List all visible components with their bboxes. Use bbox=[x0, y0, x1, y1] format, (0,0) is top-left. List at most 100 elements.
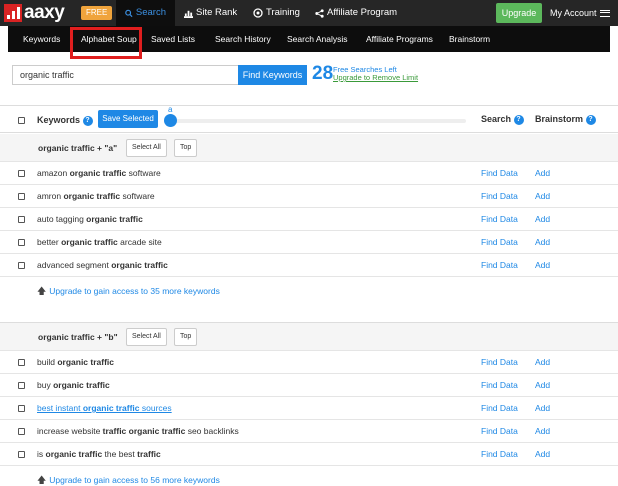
find-data-link[interactable]: Find Data bbox=[481, 168, 518, 178]
table-row: increase website traffic organic traffic… bbox=[0, 420, 618, 443]
find-data-link[interactable]: Find Data bbox=[481, 449, 518, 459]
arrow-up-icon: 🡅 bbox=[37, 475, 47, 485]
add-link[interactable]: Add bbox=[535, 168, 550, 178]
keyword-text: better organic traffic arcade site bbox=[37, 237, 162, 247]
add-link[interactable]: Add bbox=[535, 426, 550, 436]
subnav-search-history[interactable]: Search History bbox=[215, 26, 271, 52]
keyword-part: is bbox=[37, 449, 46, 459]
nav-search[interactable]: Search bbox=[116, 0, 175, 26]
nav-training-label: Training bbox=[266, 7, 300, 18]
brainstorm-header-label: Brainstorm bbox=[535, 114, 584, 124]
help-icon[interactable]: ? bbox=[585, 114, 596, 125]
find-data-link[interactable]: Find Data bbox=[481, 260, 518, 270]
help-icon[interactable]: ? bbox=[513, 114, 524, 125]
keyword-text: increase website traffic organic traffic… bbox=[37, 426, 239, 436]
upgrade-more-keywords-a[interactable]: 🡅 Upgrade to gain access to 35 more keywo… bbox=[37, 284, 220, 300]
keyword-text: buy organic traffic bbox=[37, 380, 110, 390]
find-data-link[interactable]: Find Data bbox=[481, 214, 518, 224]
keyword-part: the best bbox=[102, 449, 138, 459]
subnav-search-analysis[interactable]: Search Analysis bbox=[287, 26, 347, 52]
highlight-box bbox=[70, 27, 142, 59]
my-account-label: My Account bbox=[550, 8, 597, 18]
find-keywords-button[interactable]: Find Keywords bbox=[238, 65, 307, 85]
add-link[interactable]: Add bbox=[535, 237, 550, 247]
keyword-part: amron bbox=[37, 191, 64, 201]
find-data-link[interactable]: Find Data bbox=[481, 357, 518, 367]
keyword-part: arcade site bbox=[117, 237, 162, 247]
add-link[interactable]: Add bbox=[535, 403, 550, 413]
subnav-affiliate-programs[interactable]: Affiliate Programs bbox=[366, 26, 433, 52]
find-data-link[interactable]: Find Data bbox=[481, 191, 518, 201]
add-link[interactable]: Add bbox=[535, 380, 550, 390]
keyword-part: sources bbox=[139, 403, 172, 413]
row-checkbox[interactable] bbox=[18, 216, 25, 223]
select-all-button[interactable]: Select All bbox=[126, 328, 167, 346]
row-checkbox[interactable] bbox=[18, 451, 25, 458]
table-row: buy organic traffic Find Data Add bbox=[0, 374, 618, 397]
keywords-column-header: Keywords ? bbox=[37, 115, 93, 126]
find-data-link[interactable]: Find Data bbox=[481, 380, 518, 390]
row-checkbox[interactable] bbox=[18, 262, 25, 269]
add-link[interactable]: Add bbox=[535, 357, 550, 367]
keyword-text: build organic traffic bbox=[37, 357, 114, 367]
add-link[interactable]: Add bbox=[535, 191, 550, 201]
keyword-part: advanced segment bbox=[37, 260, 112, 270]
add-link[interactable]: Add bbox=[535, 449, 550, 459]
find-data-link[interactable]: Find Data bbox=[481, 237, 518, 247]
subnav-saved-lists[interactable]: Saved Lists bbox=[151, 26, 195, 52]
row-checkbox[interactable] bbox=[18, 405, 25, 412]
row-checkbox[interactable] bbox=[18, 193, 25, 200]
nav-site-rank[interactable]: Site Rank bbox=[184, 0, 237, 26]
keyword-match: traffic organic traffic bbox=[102, 426, 186, 436]
keyword-match: organic traffic bbox=[57, 357, 115, 367]
keyword-part: better bbox=[37, 237, 62, 247]
logo-text: aaxy bbox=[24, 2, 65, 23]
keyword-text: auto tagging organic traffic bbox=[37, 214, 143, 224]
row-checkbox[interactable] bbox=[18, 359, 25, 366]
alphabet-slider-track[interactable] bbox=[170, 119, 466, 123]
subnav-brainstorm[interactable]: Brainstorm bbox=[449, 26, 490, 52]
my-account-menu[interactable]: My Account bbox=[550, 0, 610, 26]
keyword-search-input[interactable] bbox=[12, 65, 238, 85]
save-selected-button[interactable]: Save Selected bbox=[98, 110, 158, 128]
table-row: advanced segment organic traffic Find Dat… bbox=[0, 254, 618, 277]
group-header-b: organic traffic + "b" Select All Top bbox=[0, 323, 618, 351]
top-nav: aaxy FREE Search Site Rank Training Affi… bbox=[0, 0, 618, 26]
search-icon bbox=[125, 9, 133, 17]
free-searches-count: 28 bbox=[312, 63, 334, 84]
top-button[interactable]: Top bbox=[174, 139, 198, 157]
table-row: amron organic traffic software Find Data A… bbox=[0, 185, 618, 208]
table-row: better organic traffic arcade site Find D… bbox=[0, 231, 618, 254]
keyword-match: organic traffic bbox=[63, 191, 121, 201]
share-icon bbox=[315, 8, 324, 18]
find-data-link[interactable]: Find Data bbox=[481, 426, 518, 436]
row-checkbox[interactable] bbox=[18, 170, 25, 177]
find-data-link[interactable]: Find Data bbox=[481, 403, 518, 413]
logo[interactable]: aaxy bbox=[4, 2, 65, 23]
help-icon[interactable]: ? bbox=[82, 115, 93, 126]
subnav-keywords[interactable]: Keywords bbox=[23, 26, 60, 52]
alphabet-slider-handle[interactable] bbox=[164, 114, 177, 127]
keyword-match: organic traffic bbox=[53, 380, 110, 390]
nav-affiliate-program-label: Affiliate Program bbox=[327, 7, 398, 18]
more-label: Upgrade to gain access to 56 more keywor… bbox=[49, 475, 220, 485]
keyword-text[interactable]: best instant organic traffic sources bbox=[37, 403, 172, 413]
nav-affiliate-program[interactable]: Affiliate Program bbox=[315, 0, 397, 26]
upgrade-more-keywords-b[interactable]: 🡅 Upgrade to gain access to 56 more keywo… bbox=[37, 473, 220, 486]
select-all-button[interactable]: Select All bbox=[126, 139, 167, 157]
keyword-match: organic traffic bbox=[45, 449, 103, 459]
add-link[interactable]: Add bbox=[535, 214, 550, 224]
table-row: amazon organic traffic software Find Data… bbox=[0, 162, 618, 185]
upgrade-remove-limit-link[interactable]: Upgrade to Remove Limit bbox=[333, 74, 418, 82]
row-checkbox[interactable] bbox=[18, 428, 25, 435]
select-all-checkbox[interactable] bbox=[18, 117, 25, 124]
table-row: build organic traffic Find Data Add bbox=[0, 351, 618, 374]
add-link[interactable]: Add bbox=[535, 260, 550, 270]
upgrade-button[interactable]: Upgrade bbox=[496, 3, 542, 23]
bar-chart-icon bbox=[184, 10, 193, 18]
row-checkbox[interactable] bbox=[18, 382, 25, 389]
top-button[interactable]: Top bbox=[174, 328, 198, 346]
nav-training[interactable]: Training bbox=[253, 0, 300, 26]
row-checkbox[interactable] bbox=[18, 239, 25, 246]
keyword-match: organic traffic bbox=[86, 214, 143, 224]
